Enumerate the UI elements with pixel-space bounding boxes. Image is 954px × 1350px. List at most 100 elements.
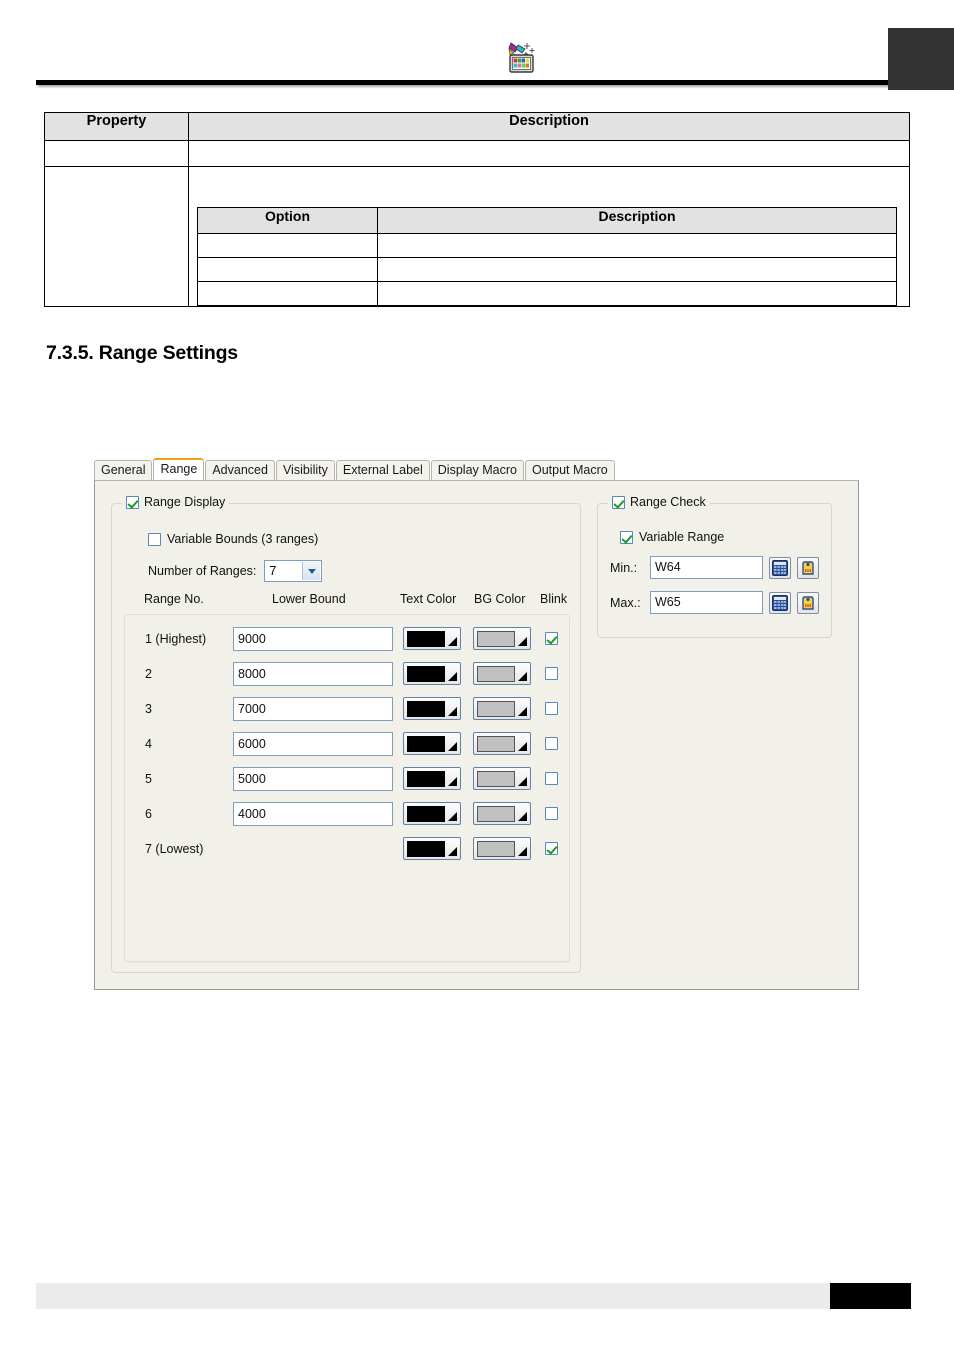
range-display-label: Range Display	[144, 495, 226, 509]
page-title: 7.3.5. Range Settings	[46, 342, 238, 364]
max-input[interactable]: W65	[650, 591, 763, 614]
cell-option-desc	[377, 233, 897, 258]
blink-checkbox[interactable]	[545, 842, 558, 855]
text-color-button[interactable]	[403, 767, 461, 790]
color-fill	[407, 806, 445, 822]
color-palette-screen-icon	[505, 40, 537, 74]
range-no-label: 7 (Lowest)	[145, 841, 204, 856]
color-fill	[477, 806, 515, 822]
tab-general[interactable]: General	[94, 460, 153, 480]
range-row: 7 (Lowest)	[125, 831, 571, 866]
tab-label: Output Macro	[531, 463, 608, 477]
dropdown-triangle-icon[interactable]	[518, 637, 527, 646]
min-input[interactable]: W64	[650, 556, 763, 579]
text-color-button[interactable]	[403, 697, 461, 720]
tag-icon[interactable]	[797, 591, 819, 614]
tab-range[interactable]: Range	[153, 458, 205, 480]
blink-checkbox[interactable]	[545, 737, 558, 750]
color-fill	[477, 666, 515, 682]
bg-color-button[interactable]	[473, 627, 531, 650]
blink-checkbox[interactable]	[545, 632, 558, 645]
document-page: Property Description Option Description	[0, 0, 954, 1350]
text-color-button[interactable]	[403, 837, 461, 860]
tab-display-macro[interactable]: Display Macro	[430, 460, 524, 480]
dropdown-triangle-icon[interactable]	[518, 672, 527, 681]
dropdown-triangle-icon[interactable]	[518, 707, 527, 716]
option-table: Option Description	[197, 207, 897, 306]
color-fill	[407, 736, 445, 752]
blink-checkbox[interactable]	[545, 667, 558, 680]
blink-checkbox[interactable]	[545, 807, 558, 820]
tab-advanced[interactable]: Advanced	[205, 460, 275, 480]
lower-bound-input[interactable]: 8000	[233, 661, 393, 686]
bg-color-button[interactable]	[473, 732, 531, 755]
dropdown-triangle-icon[interactable]	[448, 707, 457, 716]
blink-checkbox[interactable]	[545, 772, 558, 785]
max-label: Max.:	[610, 595, 641, 610]
keypad-icon[interactable]	[769, 556, 791, 579]
bg-color-button[interactable]	[473, 697, 531, 720]
dropdown-triangle-icon[interactable]	[518, 742, 527, 751]
header-option-description: Description	[377, 207, 897, 234]
lower-bound-input[interactable]: 5000	[233, 766, 393, 791]
dropdown-triangle-icon[interactable]	[448, 847, 457, 856]
tab-label: Visibility	[282, 463, 328, 477]
bg-color-button[interactable]	[473, 767, 531, 790]
color-fill	[477, 736, 515, 752]
range-check-checkbox[interactable]	[612, 495, 625, 509]
text-color-button[interactable]	[403, 662, 461, 685]
range-display-group: Range Display Variable Bounds (3 ranges)…	[111, 495, 581, 973]
range-check-group-title: Range Check	[608, 495, 710, 509]
lower-bound-input[interactable]: 4000	[233, 801, 393, 826]
dropdown-triangle-icon[interactable]	[448, 777, 457, 786]
cell-option	[197, 281, 378, 306]
cell-property-empty	[44, 166, 189, 307]
lower-bound-input[interactable]: 9000	[233, 626, 393, 651]
chevron-down-icon[interactable]	[302, 562, 321, 580]
range-row: 2 8000	[125, 656, 571, 691]
number-of-ranges-select[interactable]: 7	[264, 560, 323, 582]
column-bg-color: BG Color	[474, 592, 526, 606]
keypad-icon[interactable]	[769, 591, 791, 614]
tab-output-macro[interactable]: Output Macro	[524, 460, 615, 480]
lower-bound-input[interactable]: 6000	[233, 731, 393, 756]
variable-bounds-checkbox[interactable]	[148, 532, 161, 546]
footer-bar	[36, 1283, 911, 1309]
range-row: 3 7000	[125, 691, 571, 726]
option-header-row: Option Description	[197, 207, 897, 234]
dropdown-triangle-icon[interactable]	[518, 777, 527, 786]
header-property: Property	[44, 112, 189, 141]
dropdown-triangle-icon[interactable]	[448, 637, 457, 646]
range-no-label: 4	[145, 736, 152, 751]
range-row: 5 5000	[125, 761, 571, 796]
text-color-button[interactable]	[403, 627, 461, 650]
text-color-button[interactable]	[403, 802, 461, 825]
bg-color-button[interactable]	[473, 837, 531, 860]
column-lower-bound: Lower Bound	[272, 592, 346, 606]
range-columns-header: Range No. Lower Bound Text Color BG Colo…	[132, 592, 572, 610]
header-rule	[36, 80, 888, 85]
range-row: 4 6000	[125, 726, 571, 761]
range-display-checkbox[interactable]	[126, 495, 139, 509]
bg-color-button[interactable]	[473, 802, 531, 825]
dropdown-triangle-icon[interactable]	[448, 742, 457, 751]
option-row	[197, 257, 897, 282]
dropdown-triangle-icon[interactable]	[448, 672, 457, 681]
variable-range-checkbox[interactable]	[620, 530, 633, 544]
color-fill	[407, 701, 445, 717]
footer-corner-block	[830, 1283, 911, 1309]
tab-visibility[interactable]: Visibility	[275, 460, 335, 480]
tab-external-label[interactable]: External Label	[335, 460, 430, 480]
dropdown-triangle-icon[interactable]	[448, 812, 457, 821]
tab-label: External Label	[342, 463, 423, 477]
tag-icon[interactable]	[797, 556, 819, 579]
column-blink: Blink	[540, 592, 568, 606]
header-description: Description	[188, 112, 910, 141]
color-fill	[477, 771, 515, 787]
blink-checkbox[interactable]	[545, 702, 558, 715]
bg-color-button[interactable]	[473, 662, 531, 685]
text-color-button[interactable]	[403, 732, 461, 755]
lower-bound-input[interactable]: 7000	[233, 696, 393, 721]
dropdown-triangle-icon[interactable]	[518, 847, 527, 856]
dropdown-triangle-icon[interactable]	[518, 812, 527, 821]
